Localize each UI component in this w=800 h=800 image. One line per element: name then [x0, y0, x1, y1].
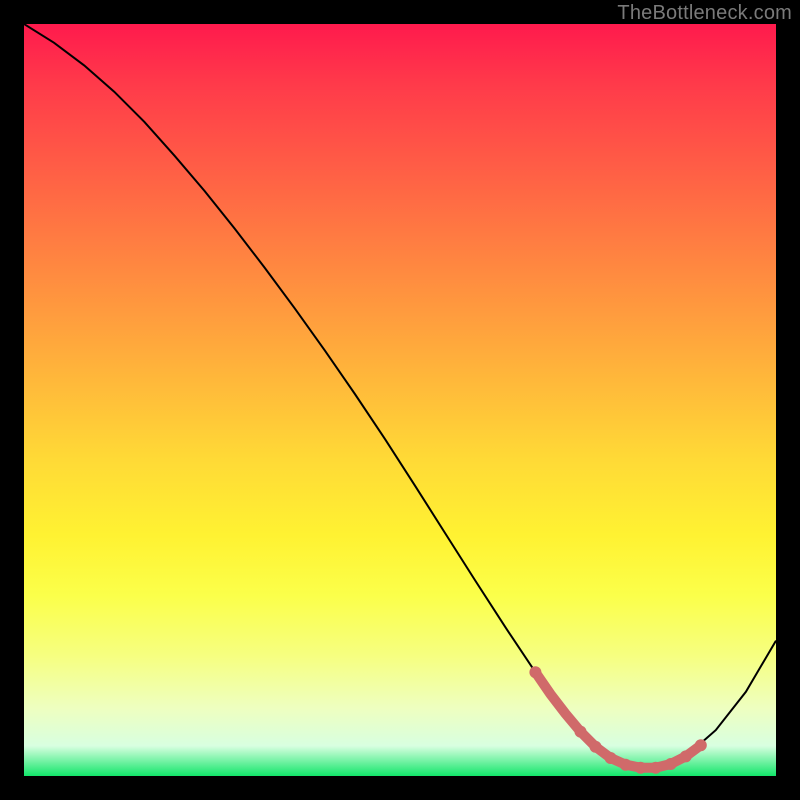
curve-svg: [24, 24, 776, 776]
highlight-segment-path: [535, 672, 700, 768]
highlight-dot: [620, 759, 632, 771]
chart-frame: TheBottleneck.com: [0, 0, 800, 800]
highlight-dot: [650, 762, 662, 774]
highlight-dot: [605, 752, 617, 764]
highlight-dot: [590, 741, 602, 753]
highlight-dot: [665, 758, 677, 770]
bottleneck-curve-path: [24, 24, 776, 768]
highlight-dot: [575, 726, 587, 738]
highlight-dot: [695, 739, 707, 751]
highlight-dot: [635, 762, 647, 774]
watermark-label: TheBottleneck.com: [617, 2, 792, 25]
highlight-dot: [529, 666, 541, 678]
highlight-dot: [680, 750, 692, 762]
plot-area: [24, 24, 776, 776]
